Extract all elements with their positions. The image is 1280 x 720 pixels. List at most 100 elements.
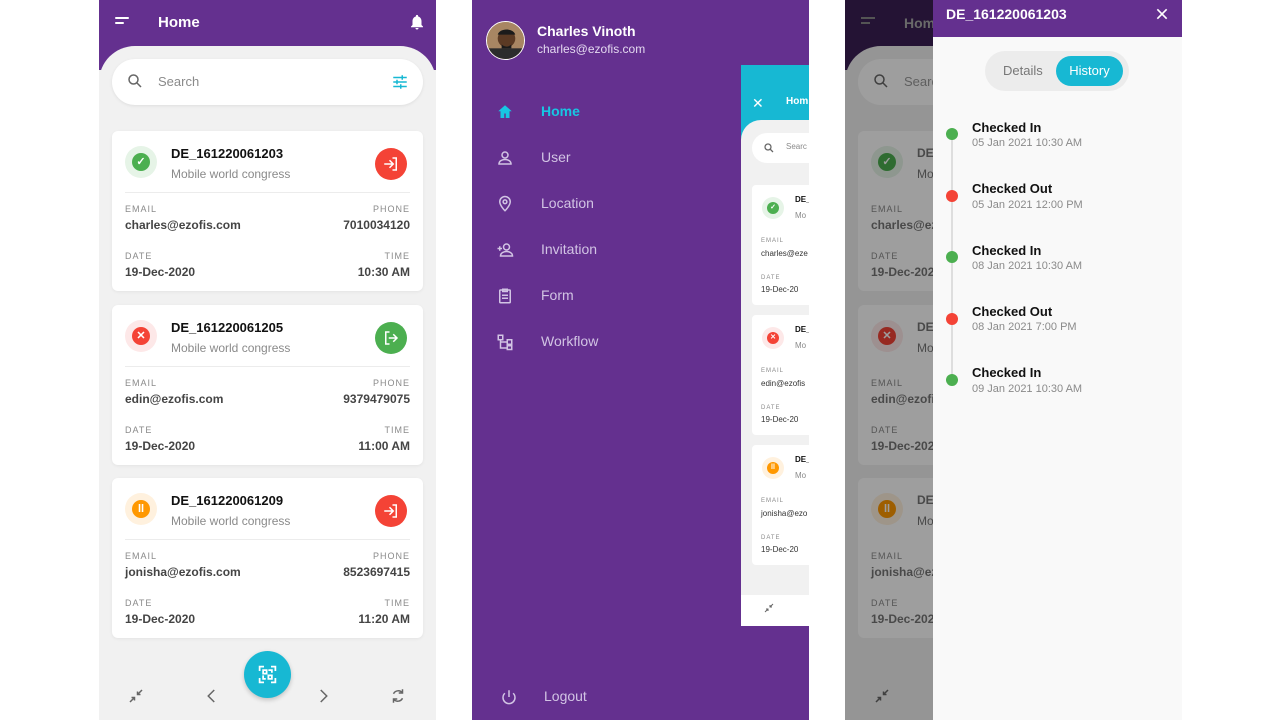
date-label: DATE [125, 251, 153, 261]
clipboard-icon [499, 288, 511, 304]
close-icon[interactable]: ✕ [752, 95, 764, 112]
phone-value: 7010034120 [343, 218, 410, 232]
check-in-button[interactable] [375, 495, 407, 527]
email-value: charles@ezofis.com [125, 218, 241, 232]
event-time: 08 Jan 2021 7:00 PM [972, 321, 1077, 333]
status-indicator: ✓ [125, 146, 157, 178]
bell-icon[interactable] [408, 13, 426, 31]
nav-item-home[interactable]: Home [496, 100, 716, 124]
nav-item-label: Form [541, 287, 574, 303]
avatar[interactable] [486, 21, 525, 60]
visitor-card[interactable]: ✕ DE_161220061205 Mobile world congress … [112, 305, 423, 465]
search-icon [128, 74, 142, 88]
event-title: Checked In [972, 120, 1042, 135]
date-value: 19-Dec-2020 [125, 265, 196, 279]
nav-item-workflow[interactable]: Workflow [496, 330, 716, 354]
home-icon [498, 105, 512, 118]
date-label: DATE [761, 535, 781, 541]
home-preview[interactable]: ✕ Hom Searc ✓ DE_ Mo EMAIL charles@eze D… [741, 65, 809, 626]
filter-icon[interactable] [391, 73, 409, 91]
chevron-right-icon[interactable] [314, 687, 332, 705]
phone-value: 9379479075 [343, 392, 410, 406]
page-title: Home [158, 14, 200, 31]
nav-item-user[interactable]: User [496, 146, 716, 170]
nav-item-location[interactable]: Location [496, 192, 716, 216]
logout-label: Logout [544, 688, 587, 704]
event-title: Checked In [972, 365, 1042, 380]
scrim-overlay[interactable] [845, 0, 933, 720]
close-icon[interactable] [1154, 6, 1170, 22]
login-icon [384, 504, 397, 518]
home-screen: Home Search ✓ DE_161220061203 Mobile wor… [99, 0, 436, 720]
preview-card: ll DE_ Mo EMAIL jonisha@ezo DATE 19-Dec-… [752, 445, 809, 565]
menu-icon[interactable] [115, 17, 129, 29]
preview-search: Searc [752, 133, 809, 163]
email-value: charles@eze [761, 249, 808, 258]
nav-item-invitation[interactable]: Invitation [496, 238, 716, 262]
pause-icon: ll [132, 500, 150, 518]
tab-details[interactable]: Details [1003, 63, 1043, 78]
navigation-drawer: Charles Vinoth charles@ezofis.com Home U… [472, 0, 809, 720]
power-icon [502, 690, 516, 705]
divider [125, 366, 410, 367]
collapse-icon [764, 603, 774, 613]
add-user-icon [497, 243, 514, 257]
tab-history[interactable]: History [1056, 56, 1123, 86]
email-value: jonisha@ezo [761, 509, 808, 518]
event-time: 09 Jan 2021 10:30 AM [972, 383, 1083, 395]
preview-search-text: Searc [786, 142, 807, 151]
preview-card: ✓ DE_ Mo EMAIL charles@eze DATE 19-Dec-2… [752, 185, 809, 305]
qr-scan-button[interactable] [244, 651, 291, 698]
time-label: TIME [384, 251, 410, 261]
event-name: Mobile world congress [171, 167, 291, 181]
divider [125, 539, 410, 540]
phone-label: PHONE [372, 204, 410, 214]
close-icon: ✕ [767, 332, 779, 344]
phone-label: PHONE [372, 551, 410, 561]
timeline-dot [946, 374, 958, 386]
event-name: Mo [795, 341, 807, 350]
pause-icon: ll [767, 462, 779, 474]
profile-photo [487, 22, 524, 59]
chevron-left-icon[interactable] [203, 687, 221, 705]
preview-title: Hom [786, 96, 809, 107]
email-label: EMAIL [125, 378, 158, 388]
visitor-id: DE_ [795, 325, 809, 334]
time-value: 11:00 AM [358, 439, 410, 453]
tab-switcher: Details History [985, 51, 1129, 91]
search-icon [764, 143, 774, 153]
collapse-icon[interactable] [127, 687, 145, 705]
visitor-card[interactable]: ll DE_161220061209 Mobile world congress… [112, 478, 423, 638]
email-value: edin@ezofis.com [125, 392, 224, 406]
phone-label: PHONE [372, 378, 410, 388]
preview-card: ✕ DE_ Mo EMAIL edin@ezofis DATE 19-Dec-2… [752, 315, 809, 435]
check-in-button[interactable] [375, 148, 407, 180]
nav-item-label: User [541, 149, 571, 165]
visitor-id: DE_161220061205 [171, 320, 284, 335]
search-bar[interactable]: Search [112, 59, 423, 105]
check-icon: ✓ [132, 153, 150, 171]
status-indicator: ✓ [762, 197, 784, 219]
date-value: 19-Dec-2020 [125, 439, 196, 453]
nav-item-form[interactable]: Form [496, 284, 716, 308]
event-time: 08 Jan 2021 10:30 AM [972, 260, 1083, 272]
email-label: EMAIL [761, 368, 785, 374]
visitor-card[interactable]: ✓ DE_161220061203 Mobile world congress … [112, 131, 423, 291]
status-indicator: ll [762, 457, 784, 479]
timeline-dot [946, 190, 958, 202]
time-value: 11:20 AM [358, 612, 410, 626]
visitor-id: DE_ [795, 455, 809, 464]
logout-button[interactable]: Logout [500, 685, 700, 709]
event-title: Checked In [972, 243, 1042, 258]
email-label: EMAIL [761, 238, 785, 244]
user-icon [498, 151, 512, 165]
timeline-dot [946, 313, 958, 325]
location-pin-icon [498, 195, 512, 212]
date-value: 19-Dec-20 [761, 285, 799, 294]
refresh-icon[interactable] [389, 687, 407, 705]
check-out-button[interactable] [375, 322, 407, 354]
status-indicator: ✕ [762, 327, 784, 349]
search-input[interactable]: Search [158, 74, 199, 89]
email-value: jonisha@ezofis.com [125, 565, 241, 579]
date-value: 19-Dec-20 [761, 545, 799, 554]
